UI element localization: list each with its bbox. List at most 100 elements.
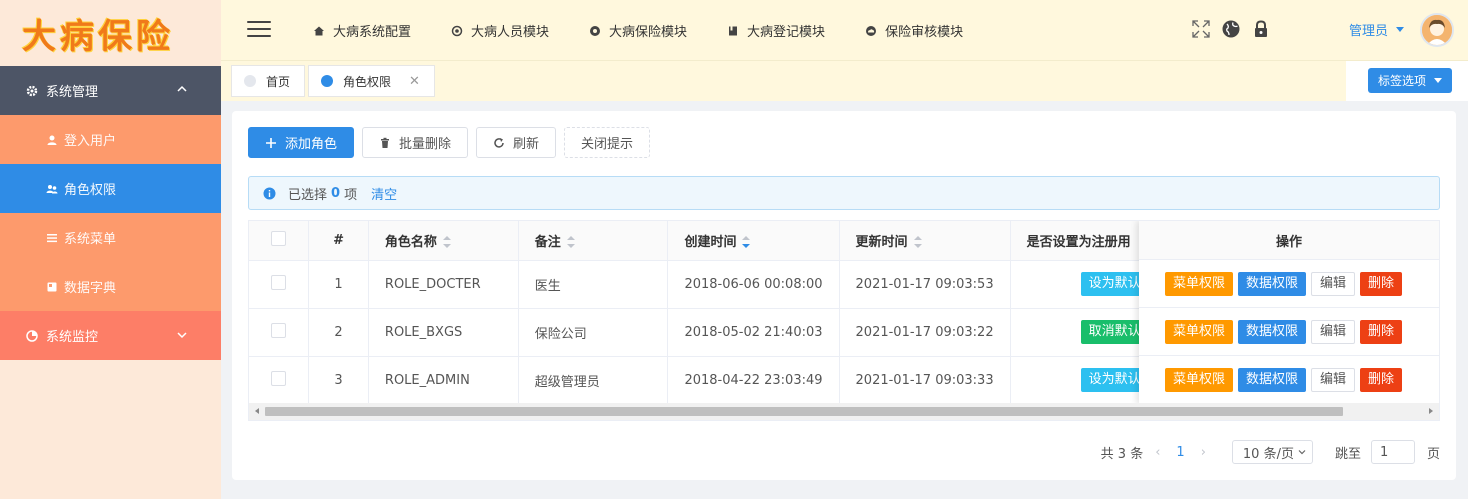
nav-item-personnel[interactable]: 大病人员模块 [451,21,549,40]
data-permission-button[interactable]: 数据权限 [1238,367,1307,392]
info-icon [263,187,276,199]
ops-row: 菜单权限 数据权限 编辑 删除 [1139,308,1439,356]
col-label: 更新时间 [855,234,908,250]
sidebar-item-label: 登入用户 [64,134,117,149]
delete-button[interactable]: 删除 [1360,271,1403,296]
cell-created: 2018-05-02 21:40:03 [667,308,840,357]
col-created[interactable]: 创建时间 [667,221,840,261]
current-page[interactable]: 1 [1176,445,1184,460]
hamburger-menu-icon[interactable] [247,21,271,39]
tab-role-permissions[interactable]: 角色权限 ✕ [308,65,435,97]
sidebar-group-system-monitoring[interactable]: 系统监控 [0,311,221,360]
menu-permission-button[interactable]: 菜单权限 [1165,367,1234,392]
page-size-value: 10 条/页 [1242,446,1294,462]
caret-down-icon [1434,78,1442,83]
row-checkbox[interactable] [271,370,287,386]
gear-icon [26,85,38,96]
sort-icon[interactable] [442,236,451,249]
sort-desc-icon[interactable] [742,236,751,249]
cell-index: 2 [308,308,369,357]
menu-permission-button[interactable]: 菜单权限 [1165,271,1234,296]
total-count: 共 3 条 [1100,446,1144,462]
cell-created: 2018-04-22 23:03:49 [667,356,840,405]
data-permission-button[interactable]: 数据权限 [1238,271,1307,296]
horizontal-scrollbar[interactable] [249,403,1439,420]
sidebar-item-login-users[interactable]: 登入用户 [0,115,221,164]
row-checkbox[interactable] [271,322,287,338]
nav-item-registration[interactable]: 大病登记模块 [727,21,825,40]
cloud-icon [866,25,877,36]
cell-updated: 2021-01-17 09:03:22 [839,308,1011,357]
tag-options-button[interactable]: 标签选项 [1367,68,1452,93]
select-all-cell [249,221,310,261]
edit-button[interactable]: 编辑 [1311,271,1356,296]
alert-prefix: 已选择 [288,187,328,203]
cell-updated: 2021-01-17 09:03:33 [839,356,1011,405]
sidebar-item-role-permissions[interactable]: 角色权限 [0,164,221,213]
cell-remark: 保险公司 [518,308,669,357]
col-updated[interactable]: 更新时间 [839,221,1011,261]
sidebar-item-label: 角色权限 [64,183,117,198]
tags-bar: 首页 角色权限 ✕ 标签选项 [221,61,1468,101]
row-checkbox[interactable] [271,274,287,290]
fullscreen-icon[interactable] [1191,19,1211,39]
sidebar-group-system-management[interactable]: 系统管理 [0,66,221,115]
sidebar: 大病保险 系统管理 登入用户 角色权限 系统菜单 数据字典 系统监控 [0,0,221,499]
globe-icon[interactable] [1221,19,1241,39]
monitor-icon [26,329,38,342]
tab-dot-icon [244,75,256,87]
menu-permission-button[interactable]: 菜单权限 [1165,319,1234,344]
tag-options-label: 标签选项 [1377,74,1426,88]
sidebar-item-data-dictionary[interactable]: 数据字典 [0,262,221,311]
edit-button[interactable]: 编辑 [1311,367,1356,392]
prev-page-icon[interactable]: ‹ [1155,445,1160,460]
delete-button[interactable]: 删除 [1360,367,1403,392]
data-permission-button[interactable]: 数据权限 [1238,319,1307,344]
edit-button[interactable]: 编辑 [1311,319,1356,344]
lock-icon[interactable] [1251,19,1271,39]
avatar[interactable] [1420,13,1454,47]
top-header: 大病系统配置 大病人员模块 大病保险模块 大病登记模块 保险审核模块 管理员 [221,0,1468,61]
sidebar-item-system-menu[interactable]: 系统菜单 [0,213,221,262]
col-index: # [308,221,369,261]
add-role-button[interactable]: 添加角色 [248,127,355,158]
scroll-left-icon[interactable] [255,408,259,414]
logo-text: 大病保险 [22,16,174,57]
nav-item-audit[interactable]: 保险审核模块 [865,21,963,40]
tags-options-area: 标签选项 [1346,61,1468,101]
col-remark[interactable]: 备注 [518,221,669,261]
sidebar-group-label: 系统监控 [46,330,99,345]
cell-index: 1 [308,260,369,309]
header-tools [1191,19,1281,39]
clear-selection-link[interactable]: 清空 [371,184,397,203]
jump-label: 跳至 [1334,446,1361,462]
page-size-select[interactable]: 10 条/页 [1231,440,1313,464]
scrollbar-thumb[interactable] [265,407,1343,416]
scroll-right-icon[interactable] [1429,408,1433,414]
next-page-icon[interactable]: › [1201,445,1206,460]
user-menu[interactable]: 管理员 [1349,20,1405,39]
nav-item-label: 保险审核模块 [885,25,964,40]
col-role-name[interactable]: 角色名称 [368,221,519,261]
nav-item-insurance[interactable]: 大病保险模块 [589,21,687,40]
button-label: 关闭提示 [581,137,634,152]
sort-icon[interactable] [913,236,922,249]
jump-page-value: 1 [1379,444,1389,460]
refresh-button[interactable]: 刷新 [476,127,557,158]
jump-page-input[interactable]: 1 [1370,440,1415,464]
bookmark-icon [729,26,738,35]
sort-icon[interactable] [566,236,575,249]
close-tip-button[interactable]: 关闭提示 [564,127,651,158]
row-select-cell [249,308,310,357]
target-icon [451,25,463,36]
tab-home[interactable]: 首页 [231,65,306,97]
batch-delete-button[interactable]: 批量删除 [362,127,469,158]
close-icon[interactable]: ✕ [409,74,420,89]
col-label: 备注 [534,234,561,250]
logo: 大病保险 [0,0,221,66]
delete-button[interactable]: 删除 [1360,319,1403,344]
home-icon [314,26,324,35]
nav-item-system-config[interactable]: 大病系统配置 [313,21,411,40]
row-select-cell [249,356,310,405]
select-all-checkbox[interactable] [271,230,287,246]
